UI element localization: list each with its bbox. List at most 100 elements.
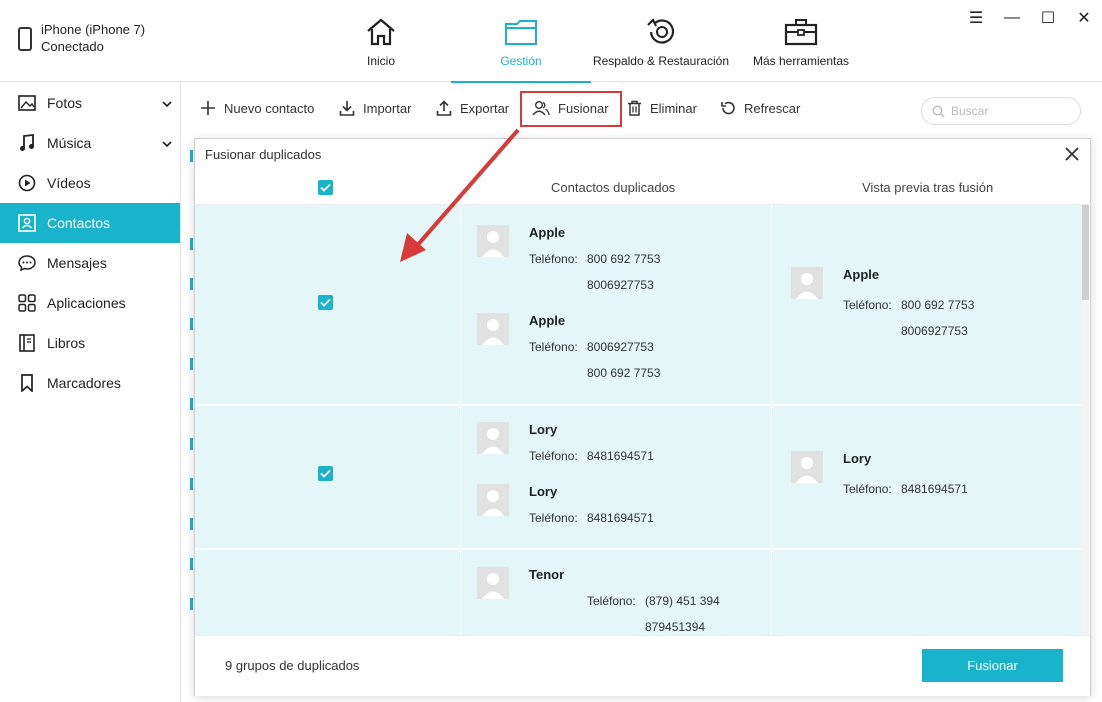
search-input[interactable]: Buscar	[921, 97, 1081, 125]
device-name: iPhone (iPhone 7)	[41, 22, 146, 37]
maximize-icon[interactable]: ☐	[1040, 8, 1056, 28]
avatar	[477, 313, 509, 345]
sidebar-item-label: Libros	[47, 335, 86, 351]
nav-label: Gestión	[500, 54, 542, 68]
import-label: Importar	[363, 100, 412, 116]
merge-contacts-icon	[532, 101, 550, 116]
toolbar: Nuevo contacto Importar Exportar Fusiona…	[182, 83, 1102, 138]
dialog-footer: 9 grupos de duplicados Fusionar	[195, 635, 1090, 696]
refresh-label: Refrescar	[744, 100, 801, 116]
plus-icon	[201, 101, 215, 115]
contact-name: Apple	[843, 267, 880, 282]
contact-icon	[18, 214, 36, 232]
check-icon	[320, 298, 331, 307]
scrollbar-thumb[interactable]	[1082, 205, 1089, 300]
contact-name: Lory	[529, 422, 558, 437]
device-info[interactable]: iPhone (iPhone 7) Conectado	[18, 21, 145, 55]
contact-name: Apple	[529, 313, 566, 328]
phone-value: 8006927753	[587, 340, 654, 354]
new-contact-label: Nuevo contacto	[224, 100, 315, 116]
list-marker	[190, 478, 193, 490]
contact-name: Apple	[529, 225, 566, 240]
bookmark-icon	[18, 374, 36, 392]
phone-value: 8006927753	[901, 324, 968, 338]
contact-name: Tenor	[529, 567, 565, 582]
phone-label: Teléfono:	[843, 298, 892, 312]
music-icon	[18, 134, 36, 152]
duplicate-groups-count: 9 grupos de duplicados	[225, 658, 360, 673]
top-bar: iPhone (iPhone 7) Conectado Inicio Gesti…	[0, 0, 1102, 83]
sidebar: Fotos Música Vídeos Contactos Mensajes A…	[0, 83, 181, 702]
nav-mas-herramientas[interactable]: Más herramientas	[750, 0, 852, 82]
new-contact-button[interactable]: Nuevo contacto	[200, 100, 314, 116]
phone-value: 800 692 7753	[587, 252, 661, 266]
confirm-merge-button[interactable]: Fusionar	[922, 649, 1063, 682]
col-duplicates-header: Contactos duplicados	[551, 180, 676, 195]
nav-gestion[interactable]: Gestión	[451, 0, 591, 83]
phone-value: 879451394	[645, 620, 706, 634]
contact-name: Lory	[529, 484, 558, 499]
sidebar-item-label: Marcadores	[47, 375, 121, 391]
duplicate-group-row: Tenor Teléfono: (879) 451 394 879451394	[195, 550, 1085, 635]
list-marker	[190, 150, 193, 162]
group-checkbox[interactable]	[318, 466, 333, 481]
avatar	[791, 451, 823, 483]
sidebar-item-mensajes[interactable]: Mensajes	[0, 243, 180, 283]
list-marker	[190, 598, 193, 610]
sidebar-item-label: Contactos	[47, 215, 111, 231]
sidebar-item-marcadores[interactable]: Marcadores	[0, 363, 180, 403]
sidebar-item-videos[interactable]: Vídeos	[0, 163, 180, 203]
sidebar-item-contactos[interactable]: Contactos	[0, 203, 180, 243]
phone-value: 800 692 7753	[901, 298, 975, 312]
avatar	[477, 567, 509, 599]
sidebar-item-musica[interactable]: Música	[0, 123, 180, 163]
list-marker	[190, 398, 193, 410]
sidebar-item-label: Música	[47, 135, 92, 151]
backup-restore-icon	[644, 16, 678, 48]
import-button[interactable]: Importar	[339, 100, 411, 116]
minimize-icon[interactable]: —	[1004, 9, 1020, 27]
sidebar-item-libros[interactable]: Libros	[0, 323, 180, 363]
nav-label: Respaldo & Restauración	[592, 54, 730, 68]
duplicate-group-row: Lory Teléfono: 8481694571 Lory Teléfono:…	[195, 406, 1085, 549]
phone-label: Teléfono:	[529, 449, 578, 463]
nav-inicio[interactable]: Inicio	[351, 0, 411, 82]
close-window-icon[interactable]: ✕	[1076, 8, 1092, 28]
apps-icon	[18, 294, 36, 312]
phone-value: 8481694571	[901, 482, 968, 496]
duplicate-group-row: Apple Teléfono: 800 692 7753 8006927753 …	[195, 205, 1085, 405]
refresh-button[interactable]: Refrescar	[720, 100, 800, 116]
sidebar-item-aplicaciones[interactable]: Aplicaciones	[0, 283, 180, 323]
nav-label: Inicio	[366, 54, 395, 68]
chevron-down-icon[interactable]	[162, 95, 172, 111]
nav-respaldo[interactable]: Respaldo & Restauración	[592, 0, 730, 82]
phone-value: 8006927753	[587, 278, 654, 292]
col-preview-header: Vista previa tras fusión	[862, 180, 994, 195]
delete-button[interactable]: Eliminar	[627, 100, 697, 116]
phone-label: Teléfono:	[529, 511, 578, 525]
toolbox-icon	[784, 16, 818, 48]
merge-duplicates-dialog: Fusionar duplicados Contactos duplicados…	[194, 138, 1092, 696]
trash-icon	[628, 100, 641, 116]
window-controls: ☰ — ☐ ✕	[968, 8, 1092, 28]
avatar	[477, 484, 509, 516]
folder-icon	[504, 16, 538, 48]
sidebar-item-fotos[interactable]: Fotos	[0, 83, 180, 123]
phone-label: Teléfono:	[529, 252, 578, 266]
sidebar-item-label: Vídeos	[47, 175, 91, 191]
chevron-down-icon[interactable]	[162, 135, 172, 151]
export-label: Exportar	[460, 100, 510, 116]
scrollbar[interactable]	[1082, 205, 1089, 635]
sidebar-item-label: Fotos	[47, 95, 83, 111]
home-icon	[365, 16, 397, 48]
group-checkbox[interactable]	[318, 295, 333, 310]
export-button[interactable]: Exportar	[436, 100, 509, 116]
export-icon	[436, 100, 452, 116]
list-marker	[190, 238, 193, 250]
list-marker	[190, 358, 193, 370]
close-icon[interactable]	[1062, 144, 1082, 164]
menu-icon[interactable]: ☰	[968, 8, 984, 28]
phone-value: 800 692 7753	[587, 366, 661, 380]
select-all-checkbox[interactable]	[318, 180, 333, 195]
merge-button[interactable]: Fusionar	[532, 100, 609, 116]
